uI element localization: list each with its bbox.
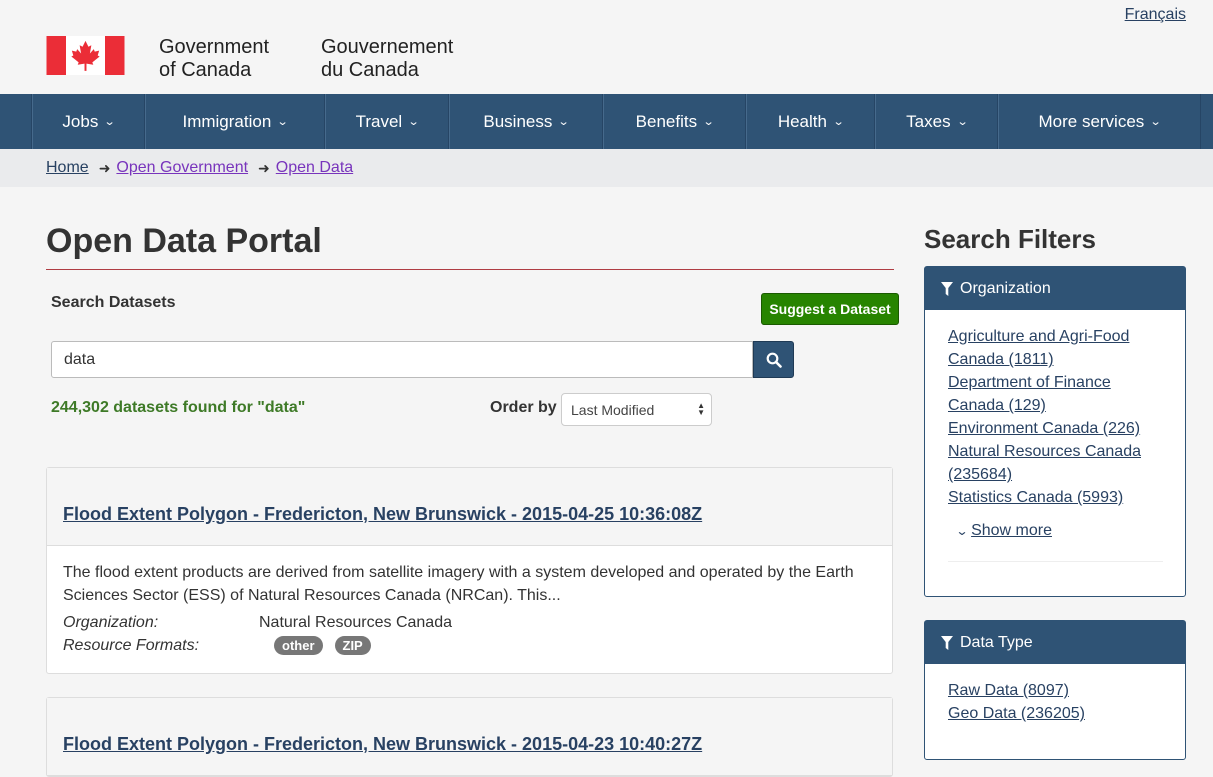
government-brand[interactable]: Government of Canada Gouvernement du Can… [46,36,491,82]
filter-organization-natural-resources[interactable]: Natural Resources Canada (235684) [948,440,1163,486]
chevron-down-icon: ⌄ [557,116,570,128]
nav-item-taxes[interactable]: Taxes ⌄ [875,94,998,149]
chevron-down-icon: ⌄ [407,116,420,128]
organization-filter-panel: Organization Agriculture and Agri-Food C… [924,266,1186,597]
nav-item-health[interactable]: Health ⌄ [746,94,875,149]
order-by-select[interactable]: Last Modified ▲ ▼ [561,393,712,426]
filter-organization-agriculture[interactable]: Agriculture and Agri-Food Canada (1811) [948,325,1163,371]
suggest-dataset-button[interactable]: Suggest a Dataset [761,293,899,325]
result-formats-row: Resource Formats: other ZIP [63,634,876,657]
filter-icon [941,281,953,296]
nav-item-immigration[interactable]: Immigration ⌄ [145,94,325,149]
arrow-right-icon: ➜ [98,159,111,176]
search-datasets-label: Search Datasets [51,294,176,311]
result-description: The flood extent products are derived fr… [63,564,854,604]
result-card-body: The flood extent products are derived fr… [47,546,892,671]
nav-item-jobs[interactable]: Jobs ⌄ [32,94,145,149]
search-input[interactable] [51,341,753,378]
data-type-filter-list: Raw Data (8097) Geo Data (236205) [925,664,1185,725]
main-navigation: Jobs ⌄ Immigration ⌄ Travel ⌄ Business ⌄ Ben… [0,94,1213,149]
data-type-filter-header[interactable]: Data Type [925,621,1185,664]
result-card: Flood Extent Polygon - Fredericton, New … [46,697,893,777]
result-organization-row: Organization: Natural Resources Canada [63,611,876,634]
format-badge: ZIP [334,636,371,655]
show-more-label[interactable]: Show more [971,522,1052,539]
result-card: Flood Extent Polygon - Fredericton, New … [46,467,893,674]
breadcrumb-open-government-link[interactable]: Open Government [116,159,248,177]
chevron-down-icon: ⌄ [832,116,845,128]
filter-organization-finance[interactable]: Department of Finance Canada (129) [948,371,1163,417]
page-title: Open Data Portal [46,222,894,270]
result-card-header: Flood Extent Polygon - Fredericton, New … [47,468,892,546]
select-arrows-icon: ▲ ▼ [697,401,705,417]
brand-french: Gouvernement du Canada [321,36,454,81]
breadcrumb-open-data-link[interactable]: Open Data [276,159,353,177]
result-title-link[interactable]: Flood Extent Polygon - Fredericton, New … [63,734,702,755]
canada-flag-icon [46,36,125,75]
organization-filter-list: Agriculture and Agri-Food Canada (1811) … [925,310,1185,584]
organization-value: Natural Resources Canada [259,614,452,631]
format-badge: other [274,636,323,655]
nav-item-benefits[interactable]: Benefits ⌄ [603,94,746,149]
show-more-link[interactable]: ⌄ Show more [955,519,1163,543]
filter-data-type-geo[interactable]: Geo Data (236205) [948,702,1163,725]
search-button[interactable] [753,341,794,378]
nav-item-travel[interactable]: Travel ⌄ [325,94,449,149]
chevron-down-icon: ⌄ [1149,116,1162,128]
data-type-filter-panel: Data Type Raw Data (8097) Geo Data (2362… [924,620,1186,760]
search-filters-title: Search Filters [924,224,1096,254]
search-icon [766,352,782,368]
organization-filter-header[interactable]: Organization [925,267,1185,310]
result-title-link[interactable]: Flood Extent Polygon - Fredericton, New … [63,504,702,525]
organization-label: Organization: [63,614,159,631]
nav-item-business[interactable]: Business ⌄ [449,94,603,149]
resource-formats-label: Resource Formats: [63,637,200,654]
chevron-down-icon: ⌄ [103,116,116,128]
filter-data-type-raw[interactable]: Raw Data (8097) [948,679,1163,702]
breadcrumb: Home ➜ Open Government ➜ Open Data [0,149,1213,187]
result-count: 244,302 datasets found for "data" [51,399,306,416]
brand-english: Government of Canada [159,36,270,81]
filter-icon [941,635,953,650]
arrow-right-icon: ➜ [258,159,270,176]
panel-footer [948,561,1163,584]
chevron-down-icon: ⌄ [955,524,969,538]
nav-spacer [0,94,32,149]
chevron-down-icon: ⌄ [702,116,715,128]
chevron-down-icon: ⌄ [956,116,969,128]
order-by-label: Order by [490,399,557,416]
breadcrumb-home-link[interactable]: Home [46,159,89,177]
filter-organization-environment[interactable]: Environment Canada (226) [948,417,1163,440]
nav-item-more-services[interactable]: More services ⌄ [998,94,1201,149]
chevron-down-icon: ⌄ [276,116,289,128]
language-toggle-link[interactable]: Français [1125,6,1186,24]
filter-organization-statistics[interactable]: Statistics Canada (5993) [948,486,1163,509]
result-card-header: Flood Extent Polygon - Fredericton, New … [47,698,892,776]
